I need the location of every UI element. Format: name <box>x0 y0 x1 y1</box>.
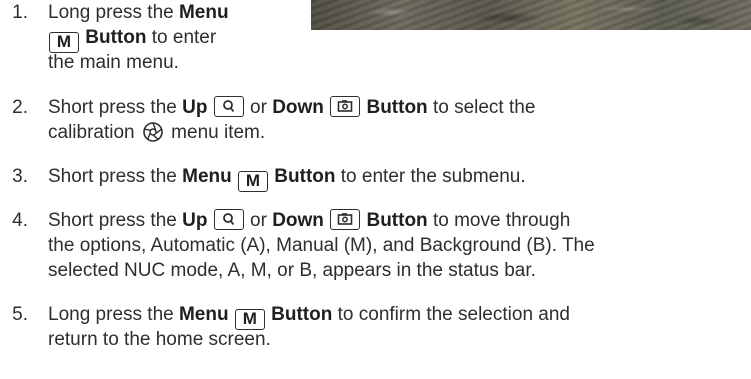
menu-label: Menu <box>178 304 229 325</box>
text-run: Short press the <box>48 166 183 187</box>
text-run: to move through <box>427 210 571 231</box>
step-text: Short press the Menu M Button to enter t… <box>48 164 526 192</box>
step-line: Long press the Menu <box>48 0 229 25</box>
text-run: to select the <box>427 97 536 118</box>
button-label: Button <box>274 166 336 187</box>
step-number: 4. <box>12 210 28 231</box>
step-number: 2. <box>12 97 28 118</box>
text-run: Long press the <box>48 304 179 325</box>
up-label: Up <box>182 210 208 231</box>
step-line: M Button to enter <box>48 25 229 53</box>
button-label: Button <box>271 304 333 325</box>
text-run: Short press the <box>48 97 183 118</box>
text-run: Short press the <box>48 210 183 231</box>
step-text: Long press the Menu M Button to enter th… <box>48 0 229 75</box>
step-line: calibration menu item. <box>48 120 535 145</box>
text-run: to confirm the selection and <box>332 304 570 325</box>
menu-label: Menu <box>182 166 232 187</box>
step-line: Long press the Menu M Button to confirm … <box>48 302 570 330</box>
step-text: Long press the Menu M Button to confirm … <box>48 302 570 352</box>
step-line: return to the home screen. <box>48 329 271 350</box>
step-number: 3. <box>12 166 28 187</box>
text-run: Long press the <box>48 2 179 23</box>
text-run: menu item. <box>165 122 266 143</box>
step-line: Short press the Up or Down Button to mov… <box>48 208 595 233</box>
step-number: 1. <box>12 2 28 23</box>
button-label: Button <box>85 27 147 48</box>
step-line: the options, Automatic (A), Manual (M), … <box>48 235 595 256</box>
up-label: Up <box>182 97 208 118</box>
text-run: calibration <box>48 122 140 143</box>
text-run: or <box>244 97 273 118</box>
step-number: 5. <box>12 304 28 325</box>
camera-capture-icon <box>330 209 361 230</box>
down-label: Down <box>272 97 324 118</box>
step-text: Short press the Up or Down Button to mov… <box>48 208 595 283</box>
camera-capture-icon <box>330 96 361 117</box>
step-line: Short press the Menu M Button to enter t… <box>48 164 526 192</box>
calibration-shutter-icon <box>143 122 163 142</box>
button-label: Button <box>366 97 428 118</box>
step-line: Short press the Up or Down Button to sel… <box>48 95 535 120</box>
menu-key-icon: M <box>238 171 269 192</box>
button-label: Button <box>366 210 428 231</box>
step-line: the main menu. <box>48 52 179 73</box>
text-run: to enter <box>146 27 217 48</box>
text-run: or <box>244 210 273 231</box>
step-line: selected NUC mode, A, M, or B, appears i… <box>48 260 536 281</box>
menu-label: Menu <box>178 2 229 23</box>
zoom-magnifier-icon <box>213 96 244 117</box>
step-text: Short press the Up or Down Button to sel… <box>48 95 535 145</box>
text-run: to enter the submenu. <box>335 166 526 187</box>
device-photo <box>311 0 751 30</box>
down-label: Down <box>272 210 324 231</box>
zoom-magnifier-icon <box>213 209 244 230</box>
